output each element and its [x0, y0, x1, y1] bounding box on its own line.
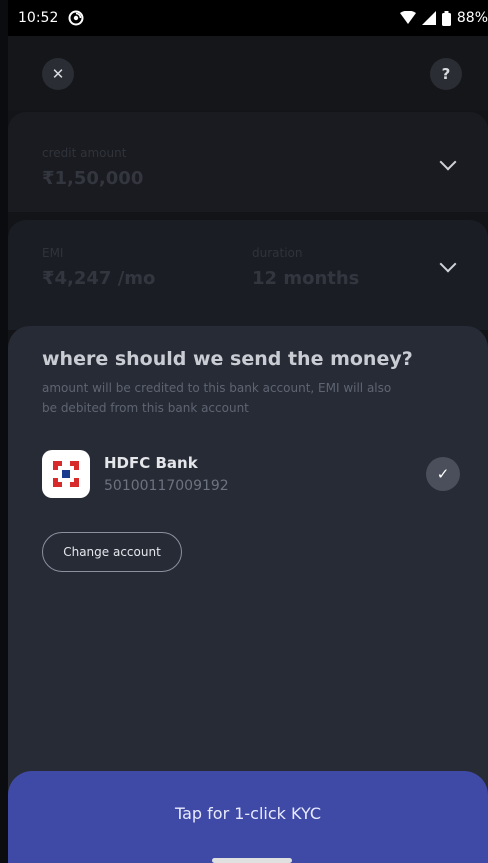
sheet-title: where should we send the money? [42, 348, 413, 370]
status-bar: 10:52 88% [8, 0, 488, 36]
kyc-cta-label: Tap for 1-click KYC [174, 804, 322, 823]
kyc-cta-button[interactable]: Tap for 1-click KYC [8, 771, 488, 863]
credit-amount-value: ₹1,50,000 [42, 168, 144, 189]
top-bar: ✕ ? [8, 36, 488, 110]
signal-icon [421, 11, 436, 25]
emi-label: EMI [42, 246, 64, 260]
credit-amount-card[interactable]: credit amount ₹1,50,000 [8, 112, 488, 212]
selected-account-check[interactable]: ✓ [426, 457, 460, 491]
status-left: 10:52 [18, 10, 84, 26]
app-frame: 10:52 88% ✕ ? credit amount ₹1,50,000 EM… [8, 0, 488, 863]
emi-value: ₹4,247 /mo [42, 268, 156, 289]
credit-amount-label: credit amount [42, 146, 127, 160]
wifi-icon [399, 11, 416, 24]
battery-percent: 88% [456, 10, 488, 26]
help-button[interactable]: ? [430, 58, 462, 90]
status-time: 10:52 [18, 10, 59, 26]
home-indicator[interactable] [212, 858, 292, 863]
battery-icon [441, 10, 451, 26]
emi-card[interactable]: EMI ₹4,247 /mo duration 12 months [8, 220, 488, 330]
change-account-button[interactable]: Change account [42, 532, 182, 572]
close-icon: ✕ [51, 65, 65, 83]
bank-account-number: 50100117009192 [104, 478, 229, 494]
hdfc-bank-logo-icon [42, 450, 90, 498]
chevron-down-icon[interactable] [439, 255, 457, 273]
duration-label: duration [252, 246, 303, 260]
close-button[interactable]: ✕ [42, 58, 74, 90]
bank-name: HDFC Bank [104, 454, 198, 472]
duration-value: 12 months [252, 268, 360, 289]
help-icon: ? [441, 65, 451, 83]
sheet-subtitle: amount will be credited to this bank acc… [42, 381, 392, 415]
checkmark-icon: ✓ [436, 465, 450, 483]
status-right: 88% [399, 10, 488, 26]
chevron-down-icon[interactable] [439, 153, 457, 171]
notification-icon [68, 10, 84, 26]
